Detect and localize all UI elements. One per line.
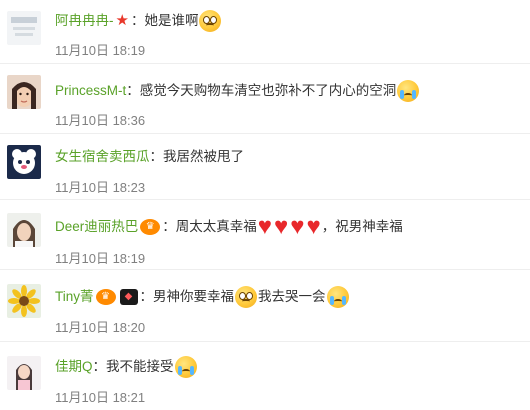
username-link[interactable]: Tiny菁 [55,286,94,308]
username-link[interactable]: PrincessM-t [55,80,126,102]
crown-badge-icon: ♛ [95,289,116,305]
comment-timestamp: 11月10日 18:20 [55,320,146,335]
username-link[interactable]: 佳期Q [55,356,93,378]
username-link[interactable]: 女生宿舍卖西瓜 [55,146,150,168]
comment-timestamp: 11月10日 18:19 [55,43,146,58]
comment-item: PrincessM-t ： 感觉今天购物车清空也弥补不了内心的空洞 11月10日… [0,64,530,134]
worried-emoji-icon [235,286,258,308]
separator: ： [162,219,176,234]
crying-emoji-icon [326,286,349,308]
comment-item: Tiny菁 ♛ ◆ ： 男神你要幸福 我去哭一会 11月10日 18:20 [0,270,530,342]
comment-text: 周太太真幸福 [175,219,257,234]
separator: ： [139,289,154,304]
separator: ： [130,13,145,28]
user-avatar[interactable] [7,75,41,109]
comment-item: 佳期Q ： 我不能接受 11月10日 18:21 [0,342,530,410]
crying-emoji-icon [174,356,197,378]
user-avatar[interactable] [7,213,41,247]
member-badge-icon: ◆ [119,289,138,305]
worried-emoji-icon [199,10,222,32]
comment-text: 男神你要幸福 [153,289,235,304]
comment-item: 阿冉冉冉- ★ ： 她是谁啊 11月10日 18:19 [0,0,530,64]
comment-timestamp: 11月10日 18:36 [55,113,146,128]
username-link[interactable]: Deer迪丽热巴 [55,216,138,238]
crying-emoji-icon [397,80,420,102]
separator: ： [149,149,164,164]
heart-icon: ♥ [306,213,321,240]
comment-text: ，祝男神幸福 [321,219,403,234]
comment-text: 她是谁啊 [144,13,199,28]
comment-text: 感觉今天购物车清空也弥补不了内心的空洞 [139,83,397,98]
heart-icon: ♥ [274,213,289,240]
comment-text: 我居然被甩了 [163,149,244,164]
comment-timestamp: 11月10日 18:21 [55,390,146,405]
comment-item: Deer迪丽热巴 ♛ ： 周太太真幸福 ♥ ♥ ♥ ♥ ，祝男神幸福 11月10… [0,200,530,270]
comment-timestamp: 11月10日 18:19 [55,251,146,266]
crown-badge-icon: ♛ [140,219,161,235]
user-avatar[interactable] [7,11,41,45]
heart-icon: ♥ [290,213,305,240]
separator: ： [126,83,140,98]
comment-list: 阿冉冉冉- ★ ： 她是谁啊 11月10日 18:19 PrincessM-t … [0,0,530,410]
heart-icon: ♥ [257,213,273,240]
comment-item: 女生宿舍卖西瓜 ： 我居然被甩了 11月10日 18:23 [0,134,530,200]
username-link[interactable]: 阿冉冉冉- [55,10,114,32]
user-avatar[interactable] [7,356,41,390]
user-avatar[interactable] [7,145,41,179]
comment-text: 我去哭一会 [258,289,326,304]
separator: ： [92,359,107,374]
user-avatar[interactable] [7,284,41,318]
star-badge-icon: ★ [115,12,129,29]
comment-text: 我不能接受 [106,359,174,374]
comment-timestamp: 11月10日 18:23 [55,180,146,195]
